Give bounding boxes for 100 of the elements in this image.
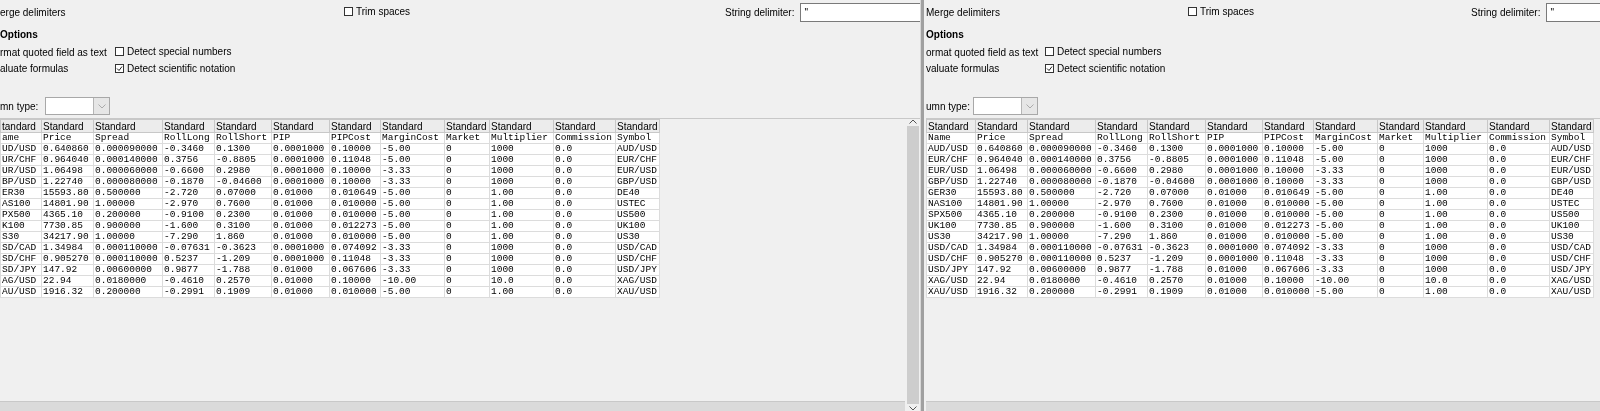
table-cell: 0.010000 bbox=[1262, 231, 1314, 243]
table-cell: 0 bbox=[1377, 253, 1424, 265]
table-cell: 0.0 bbox=[1487, 242, 1550, 254]
table-cell: -0.4610 bbox=[1095, 275, 1148, 287]
checkbox[interactable]: Trim spaces bbox=[344, 6, 411, 17]
string-delimiter-field[interactable]: " bbox=[1546, 2, 1600, 22]
table-cell: 0.0 bbox=[553, 187, 616, 199]
table-cell: 1000 bbox=[1423, 154, 1488, 166]
table-cell: 0.200000 bbox=[93, 286, 163, 298]
table-cell: 147.92 bbox=[41, 264, 94, 276]
column-type-header[interactable]: Standard bbox=[1262, 119, 1314, 133]
table-cell: 1000 bbox=[489, 253, 554, 265]
vertical-scrollbar[interactable] bbox=[905, 119, 920, 411]
table-cell: 0.500000 bbox=[1027, 187, 1096, 199]
table-cell: 0.067606 bbox=[1262, 264, 1314, 276]
column-type-header[interactable]: Standard bbox=[1423, 119, 1488, 133]
table-cell: 0.074092 bbox=[1262, 242, 1314, 254]
table-cell: 0.11048 bbox=[1262, 154, 1314, 166]
caret-icon bbox=[1025, 103, 1034, 109]
column-type-header[interactable]: tandard bbox=[0, 119, 42, 133]
table-cell: AU/USD bbox=[0, 286, 42, 298]
horizontal-scrollbar[interactable] bbox=[926, 401, 1600, 411]
table-cell: 0.0 bbox=[1487, 220, 1550, 232]
string-delimiter-field[interactable]: " bbox=[800, 2, 920, 22]
column-type-header[interactable]: Standard bbox=[1027, 119, 1096, 133]
table-cell: 4365.10 bbox=[41, 209, 94, 221]
table-cell: 1.00 bbox=[1423, 198, 1488, 210]
column-type-header[interactable]: Standard bbox=[1095, 119, 1148, 133]
column-type-header[interactable]: Standard bbox=[214, 119, 272, 133]
table-cell: -10.00 bbox=[1313, 275, 1378, 287]
table-cell: USD/CHF bbox=[926, 253, 976, 265]
column-type-header[interactable]: Standard bbox=[93, 119, 163, 133]
table-cell: Multiplier bbox=[1423, 132, 1488, 144]
table-cell: 0.000110000 bbox=[1027, 242, 1096, 254]
table-cell: AUD/USD bbox=[615, 143, 660, 155]
table-cell: 0.200000 bbox=[1027, 286, 1096, 298]
table-cell: 0 bbox=[1377, 286, 1424, 298]
table-cell: 0.012273 bbox=[1262, 220, 1314, 232]
table-cell: K100 bbox=[0, 220, 42, 232]
table-cell: -3.33 bbox=[380, 264, 445, 276]
table-cell: -0.3460 bbox=[162, 143, 215, 155]
checkbox[interactable]: Detect special numbers bbox=[115, 46, 232, 57]
table-cell: -0.8805 bbox=[214, 154, 272, 166]
table-cell: 0.07000 bbox=[1147, 187, 1206, 199]
table-cell: GBP/USD bbox=[615, 176, 660, 188]
table-cell: 0.010000 bbox=[329, 286, 381, 298]
column-type-header[interactable]: Standard bbox=[975, 119, 1028, 133]
table-cell: GER30 bbox=[926, 187, 976, 199]
checkbox[interactable]: Trim spaces bbox=[1188, 6, 1255, 17]
table-cell: 0.000060000 bbox=[1027, 165, 1096, 177]
column-type-header[interactable]: Standard bbox=[1487, 119, 1550, 133]
table-cell: 0.7600 bbox=[1147, 198, 1206, 210]
table-cell: 0.0 bbox=[1487, 198, 1550, 210]
table-cell: 0.2570 bbox=[1147, 275, 1206, 287]
table-cell: EUR/CHF bbox=[615, 154, 660, 166]
checkbox[interactable]: Detect special numbers bbox=[1045, 46, 1162, 57]
column-type-header[interactable]: Standard bbox=[444, 119, 490, 133]
checkbox[interactable]: Detect scientific notation bbox=[1045, 62, 1166, 74]
table-cell: SD/JPY bbox=[0, 264, 42, 276]
column-type-header[interactable]: Standard bbox=[271, 119, 330, 133]
table-cell: 1.00 bbox=[489, 198, 554, 210]
column-type-header[interactable]: Standard bbox=[380, 119, 445, 133]
column-type-header[interactable]: Standard bbox=[162, 119, 215, 133]
table-cell: -5.00 bbox=[380, 286, 445, 298]
table-cell: UR/CHF bbox=[0, 154, 42, 166]
table-cell: 1.34984 bbox=[975, 242, 1028, 254]
table-cell: -5.00 bbox=[1313, 286, 1378, 298]
table-cell: MarginCost bbox=[1313, 132, 1378, 144]
table-cell: DE40 bbox=[1549, 187, 1594, 199]
table-cell: 0.640860 bbox=[975, 143, 1028, 155]
column-type-header[interactable]: Standard bbox=[489, 119, 554, 133]
table-cell: 0.0 bbox=[553, 264, 616, 276]
table-cell: 0.010000 bbox=[329, 231, 381, 243]
checkbox[interactable]: Detect scientific notation bbox=[115, 62, 236, 74]
field-label: umn type: bbox=[926, 100, 970, 112]
horizontal-scrollbar[interactable] bbox=[0, 401, 905, 411]
column-type-header[interactable]: Standard bbox=[1205, 119, 1263, 133]
table-cell: 0.10000 bbox=[1262, 176, 1314, 188]
table-cell: -1.209 bbox=[214, 253, 272, 265]
column-type-select[interactable] bbox=[973, 97, 1038, 115]
table-cell: 0.01000 bbox=[1205, 264, 1263, 276]
column-type-header[interactable]: Standard bbox=[41, 119, 94, 133]
column-type-header[interactable]: Standard bbox=[1313, 119, 1378, 133]
table-cell: 0.10000 bbox=[1262, 143, 1314, 155]
column-type-header[interactable]: Standard bbox=[1147, 119, 1206, 133]
column-type-header[interactable]: Standard bbox=[1549, 119, 1594, 133]
column-type-header[interactable]: Standard bbox=[553, 119, 616, 133]
table-cell: 0.640860 bbox=[41, 143, 94, 155]
column-type-select[interactable] bbox=[45, 97, 110, 115]
column-type-header[interactable]: Standard bbox=[926, 119, 976, 133]
table-cell: 0.0001000 bbox=[1205, 165, 1263, 177]
table-cell: -3.33 bbox=[380, 176, 445, 188]
table-cell: 0.01000 bbox=[271, 198, 330, 210]
column-type-header[interactable]: Standard bbox=[1377, 119, 1424, 133]
table-cell: 0 bbox=[444, 286, 490, 298]
column-type-header[interactable]: Standard bbox=[329, 119, 381, 133]
table-cell: 0.0 bbox=[1487, 187, 1550, 199]
table-cell: -2.720 bbox=[162, 187, 215, 199]
table-cell: 0.01000 bbox=[1205, 220, 1263, 232]
column-type-header[interactable]: Standard bbox=[615, 119, 660, 133]
